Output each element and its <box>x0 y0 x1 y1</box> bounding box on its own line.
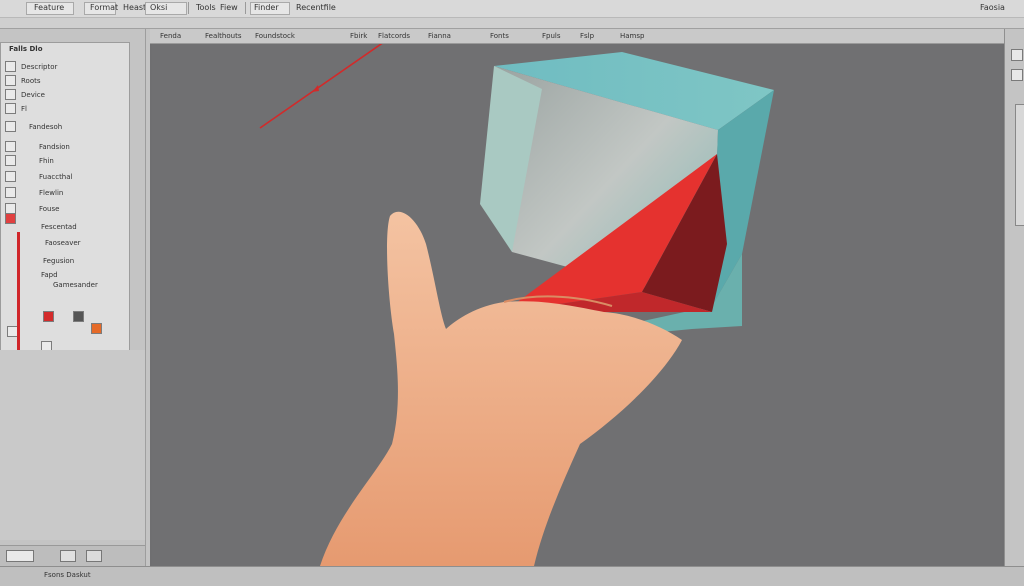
viewport-scene <box>259 41 774 566</box>
transform-gizmo-line <box>259 41 385 129</box>
layer-icon[interactable] <box>5 121 16 132</box>
move-tool-icon[interactable] <box>5 75 16 86</box>
right-dock <box>1004 29 1024 585</box>
outliner-item[interactable]: Fouse <box>39 205 59 213</box>
toolbar-extra-hamsp[interactable]: Hamsp <box>620 32 644 40</box>
outliner-item[interactable]: Fapd <box>41 271 58 279</box>
color-swatch-icon[interactable] <box>91 323 102 334</box>
menu-separator <box>245 2 246 14</box>
menu-separator <box>188 2 189 14</box>
toolbar-fealthouts[interactable]: Fealthouts <box>205 32 241 40</box>
toolbar-extra-fbirk[interactable]: Fbirk <box>350 32 367 40</box>
outliner-item[interactable]: Fandesoh <box>29 123 62 131</box>
menu-finder[interactable]: Finder <box>254 3 279 12</box>
options-strip <box>0 18 1024 29</box>
menu-format[interactable]: Format <box>90 3 118 12</box>
toolbar-extra-fslp[interactable]: Fslp <box>580 32 594 40</box>
viewport-toolbar: Fenda Fealthouts Foundstock Fbirk Flatco… <box>150 29 1024 44</box>
outliner-item[interactable]: Device <box>21 91 45 99</box>
outliner-item[interactable]: Faoseaver <box>45 239 81 247</box>
outliner-item[interactable]: Fescentad <box>41 223 77 231</box>
color-swatch-icon[interactable] <box>43 311 54 322</box>
layer-icon[interactable] <box>5 187 16 198</box>
viewport-canvas[interactable] <box>152 41 1002 566</box>
panel-toggle-icon[interactable] <box>1011 49 1023 61</box>
outliner-item[interactable]: Fl <box>21 105 27 113</box>
toolbar-fianna[interactable]: Fianna <box>428 32 451 40</box>
status-bar: Fsons Daskut <box>0 566 1024 586</box>
layer-icon[interactable] <box>5 141 16 152</box>
camera-icon[interactable] <box>60 550 76 562</box>
outliner-item[interactable]: Fegusion <box>43 257 74 265</box>
status-text: Fsons Daskut <box>44 571 91 579</box>
color-swatch-icon[interactable] <box>5 213 16 224</box>
dropdown-icon[interactable] <box>6 550 34 562</box>
camera-icon[interactable] <box>73 311 84 322</box>
outliner-item[interactable]: Gamesander <box>53 281 98 289</box>
menu-fiew[interactable]: Fiew <box>220 3 238 12</box>
layer-icon[interactable] <box>5 171 16 182</box>
menu-bar: Feature Format Heasts Oksi Tools Fiew Fi… <box>0 0 1024 18</box>
menu-extra-oksi[interactable]: Oksi <box>150 3 167 12</box>
outliner-item[interactable]: Fhin <box>39 157 54 165</box>
rotate-tool-icon[interactable] <box>5 89 16 100</box>
menu-feature[interactable]: Feature <box>34 3 64 12</box>
toolbar-fenda[interactable]: Fenda <box>160 32 181 40</box>
gizmo-arrowhead <box>312 85 319 92</box>
selection-indicator <box>17 232 20 350</box>
panel-toggle-icon[interactable] <box>1011 69 1023 81</box>
outliner-item[interactable]: Roots <box>21 77 41 85</box>
panel-bottom-bar <box>0 545 145 566</box>
outliner-item[interactable]: Descriptor <box>21 63 57 71</box>
outliner-header: Falls Dlo <box>9 45 43 53</box>
properties-panel <box>0 350 146 540</box>
outliner-item[interactable]: Fuaccthal <box>39 173 72 181</box>
scale-tool-icon[interactable] <box>5 103 16 114</box>
menu-recentfile[interactable]: Recentfile <box>296 3 336 12</box>
select-tool-icon[interactable] <box>5 61 16 72</box>
toolbar-flatcords[interactable]: Flatcords <box>378 32 410 40</box>
scrollbar[interactable] <box>1015 104 1024 226</box>
menu-extra-faosia[interactable]: Faosia <box>980 3 1005 12</box>
layer-icon[interactable] <box>5 155 16 166</box>
outliner-item[interactable]: Fandsion <box>39 143 70 151</box>
layer-icon[interactable] <box>86 550 102 562</box>
toolbar-foundstock[interactable]: Foundstock <box>255 32 295 40</box>
toolbar-fonts[interactable]: Fonts <box>490 32 509 40</box>
toolbar-fpuls[interactable]: Fpuls <box>542 32 561 40</box>
menu-tools[interactable]: Tools <box>196 3 216 12</box>
outliner-item[interactable]: Flewlin <box>39 189 63 197</box>
